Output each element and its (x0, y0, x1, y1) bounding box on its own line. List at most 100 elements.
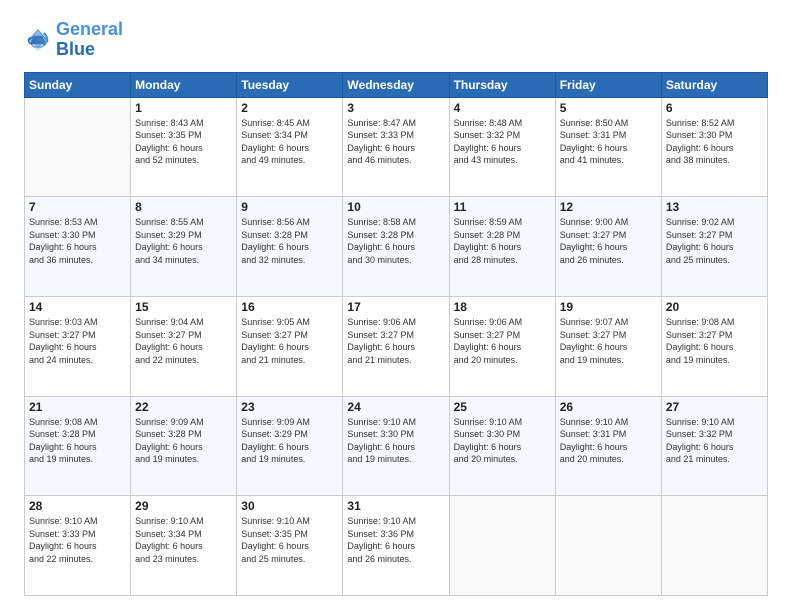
svg-text:G: G (28, 36, 36, 47)
logo-text: General Blue (56, 20, 123, 60)
day-info: Sunrise: 9:00 AM Sunset: 3:27 PM Dayligh… (560, 216, 657, 266)
day-number: 9 (241, 200, 338, 214)
calendar-cell: 23 Sunrise: 9:09 AM Sunset: 3:29 PM Dayli… (237, 396, 343, 496)
calendar-cell: 19 Sunrise: 9:07 AM Sunset: 3:27 PM Dayli… (555, 296, 661, 396)
day-info: Sunrise: 9:08 AM Sunset: 3:27 PM Dayligh… (666, 316, 763, 366)
day-number: 4 (454, 101, 551, 115)
day-info: Sunrise: 9:10 AM Sunset: 3:34 PM Dayligh… (135, 515, 232, 565)
day-number: 19 (560, 300, 657, 314)
calendar-cell: 16 Sunrise: 9:05 AM Sunset: 3:27 PM Dayli… (237, 296, 343, 396)
calendar-cell: 1Sunrise: 8:43 AM Sunset: 3:35 PM Daylig… (131, 97, 237, 197)
calendar-cell: 17 Sunrise: 9:06 AM Sunset: 3:27 PM Dayli… (343, 296, 449, 396)
calendar-cell (661, 496, 767, 596)
calendar-cell: 14Sunrise: 9:03 AM Sunset: 3:27 PM Dayli… (25, 296, 131, 396)
logo: G General Blue (24, 20, 123, 60)
day-info: Sunrise: 9:10 AM Sunset: 3:30 PM Dayligh… (347, 416, 444, 466)
weekday-header-wednesday: Wednesday (343, 72, 449, 97)
calendar-cell: 8 Sunrise: 8:55 AM Sunset: 3:29 PM Daylig… (131, 197, 237, 297)
day-number: 24 (347, 400, 444, 414)
day-number: 10 (347, 200, 444, 214)
calendar-cell: 21 Sunrise: 9:08 AM Sunset: 3:28 PM Dayli… (25, 396, 131, 496)
day-info: Sunrise: 9:10 AM Sunset: 3:33 PM Dayligh… (29, 515, 126, 565)
day-number: 6 (666, 101, 763, 115)
header: G General Blue (24, 20, 768, 60)
calendar-cell: 31 Sunrise: 9:10 AM Sunset: 3:36 PM Dayli… (343, 496, 449, 596)
calendar-cell (555, 496, 661, 596)
day-number: 29 (135, 499, 232, 513)
day-info: Sunrise: 8:56 AM Sunset: 3:28 PM Dayligh… (241, 216, 338, 266)
calendar-cell: 3 Sunrise: 8:47 AM Sunset: 3:33 PM Daylig… (343, 97, 449, 197)
day-info: Sunrise: 9:10 AM Sunset: 3:31 PM Dayligh… (560, 416, 657, 466)
calendar-cell: 11Sunrise: 8:59 AM Sunset: 3:28 PM Dayli… (449, 197, 555, 297)
calendar-cell: 2Sunrise: 8:45 AM Sunset: 3:34 PM Daylig… (237, 97, 343, 197)
calendar-cell: 10Sunrise: 8:58 AM Sunset: 3:28 PM Dayli… (343, 197, 449, 297)
day-info: Sunrise: 9:04 AM Sunset: 3:27 PM Dayligh… (135, 316, 232, 366)
day-number: 18 (454, 300, 551, 314)
day-number: 8 (135, 200, 232, 214)
day-info: Sunrise: 9:06 AM Sunset: 3:27 PM Dayligh… (347, 316, 444, 366)
day-info: Sunrise: 8:53 AM Sunset: 3:30 PM Dayligh… (29, 216, 126, 266)
calendar-cell: 25 Sunrise: 9:10 AM Sunset: 3:30 PM Dayli… (449, 396, 555, 496)
day-number: 15 (135, 300, 232, 314)
day-info: Sunrise: 8:55 AM Sunset: 3:29 PM Dayligh… (135, 216, 232, 266)
day-number: 20 (666, 300, 763, 314)
day-info: Sunrise: 8:48 AM Sunset: 3:32 PM Dayligh… (454, 117, 551, 167)
day-info: Sunrise: 9:07 AM Sunset: 3:27 PM Dayligh… (560, 316, 657, 366)
day-info: Sunrise: 8:45 AM Sunset: 3:34 PM Dayligh… (241, 117, 338, 167)
day-info: Sunrise: 8:47 AM Sunset: 3:33 PM Dayligh… (347, 117, 444, 167)
page: G General Blue SundayMondayTuesdayWednes… (0, 0, 792, 612)
day-info: Sunrise: 8:50 AM Sunset: 3:31 PM Dayligh… (560, 117, 657, 167)
calendar-cell: 26 Sunrise: 9:10 AM Sunset: 3:31 PM Dayli… (555, 396, 661, 496)
calendar-cell: 29 Sunrise: 9:10 AM Sunset: 3:34 PM Dayli… (131, 496, 237, 596)
calendar-table: SundayMondayTuesdayWednesdayThursdayFrid… (24, 72, 768, 596)
day-info: Sunrise: 8:59 AM Sunset: 3:28 PM Dayligh… (454, 216, 551, 266)
day-info: Sunrise: 9:09 AM Sunset: 3:28 PM Dayligh… (135, 416, 232, 466)
day-info: Sunrise: 9:10 AM Sunset: 3:30 PM Dayligh… (454, 416, 551, 466)
day-number: 5 (560, 101, 657, 115)
day-number: 3 (347, 101, 444, 115)
day-info: Sunrise: 9:09 AM Sunset: 3:29 PM Dayligh… (241, 416, 338, 466)
logo-icon: G (24, 26, 52, 54)
calendar-cell: 27Sunrise: 9:10 AM Sunset: 3:32 PM Dayli… (661, 396, 767, 496)
calendar-cell: 20 Sunrise: 9:08 AM Sunset: 3:27 PM Dayli… (661, 296, 767, 396)
weekday-header-saturday: Saturday (661, 72, 767, 97)
weekday-header-friday: Friday (555, 72, 661, 97)
weekday-header-monday: Monday (131, 72, 237, 97)
weekday-header-thursday: Thursday (449, 72, 555, 97)
day-number: 23 (241, 400, 338, 414)
day-number: 25 (454, 400, 551, 414)
calendar-cell: 12 Sunrise: 9:00 AM Sunset: 3:27 PM Dayli… (555, 197, 661, 297)
day-info: Sunrise: 9:10 AM Sunset: 3:36 PM Dayligh… (347, 515, 444, 565)
calendar-cell: 30Sunrise: 9:10 AM Sunset: 3:35 PM Dayli… (237, 496, 343, 596)
day-number: 26 (560, 400, 657, 414)
calendar-cell: 9 Sunrise: 8:56 AM Sunset: 3:28 PM Daylig… (237, 197, 343, 297)
day-number: 12 (560, 200, 657, 214)
calendar-cell: 24 Sunrise: 9:10 AM Sunset: 3:30 PM Dayli… (343, 396, 449, 496)
calendar-week-row: 28Sunrise: 9:10 AM Sunset: 3:33 PM Dayli… (25, 496, 768, 596)
calendar-header-row: SundayMondayTuesdayWednesdayThursdayFrid… (25, 72, 768, 97)
calendar-week-row: 21 Sunrise: 9:08 AM Sunset: 3:28 PM Dayli… (25, 396, 768, 496)
day-info: Sunrise: 8:52 AM Sunset: 3:30 PM Dayligh… (666, 117, 763, 167)
day-number: 21 (29, 400, 126, 414)
calendar-cell: 15 Sunrise: 9:04 AM Sunset: 3:27 PM Dayli… (131, 296, 237, 396)
day-info: Sunrise: 9:05 AM Sunset: 3:27 PM Dayligh… (241, 316, 338, 366)
day-number: 17 (347, 300, 444, 314)
day-number: 30 (241, 499, 338, 513)
day-info: Sunrise: 9:08 AM Sunset: 3:28 PM Dayligh… (29, 416, 126, 466)
calendar-cell: 22Sunrise: 9:09 AM Sunset: 3:28 PM Dayli… (131, 396, 237, 496)
calendar-week-row: 14Sunrise: 9:03 AM Sunset: 3:27 PM Dayli… (25, 296, 768, 396)
weekday-header-tuesday: Tuesday (237, 72, 343, 97)
day-number: 7 (29, 200, 126, 214)
day-info: Sunrise: 8:43 AM Sunset: 3:35 PM Dayligh… (135, 117, 232, 167)
calendar-cell: 7 Sunrise: 8:53 AM Sunset: 3:30 PM Daylig… (25, 197, 131, 297)
day-number: 13 (666, 200, 763, 214)
day-number: 31 (347, 499, 444, 513)
calendar-cell: 13Sunrise: 9:02 AM Sunset: 3:27 PM Dayli… (661, 197, 767, 297)
day-info: Sunrise: 9:06 AM Sunset: 3:27 PM Dayligh… (454, 316, 551, 366)
day-info: Sunrise: 9:03 AM Sunset: 3:27 PM Dayligh… (29, 316, 126, 366)
calendar-cell (25, 97, 131, 197)
calendar-cell: 28Sunrise: 9:10 AM Sunset: 3:33 PM Dayli… (25, 496, 131, 596)
day-number: 16 (241, 300, 338, 314)
calendar-week-row: 7 Sunrise: 8:53 AM Sunset: 3:30 PM Daylig… (25, 197, 768, 297)
calendar-cell: 5 Sunrise: 8:50 AM Sunset: 3:31 PM Daylig… (555, 97, 661, 197)
